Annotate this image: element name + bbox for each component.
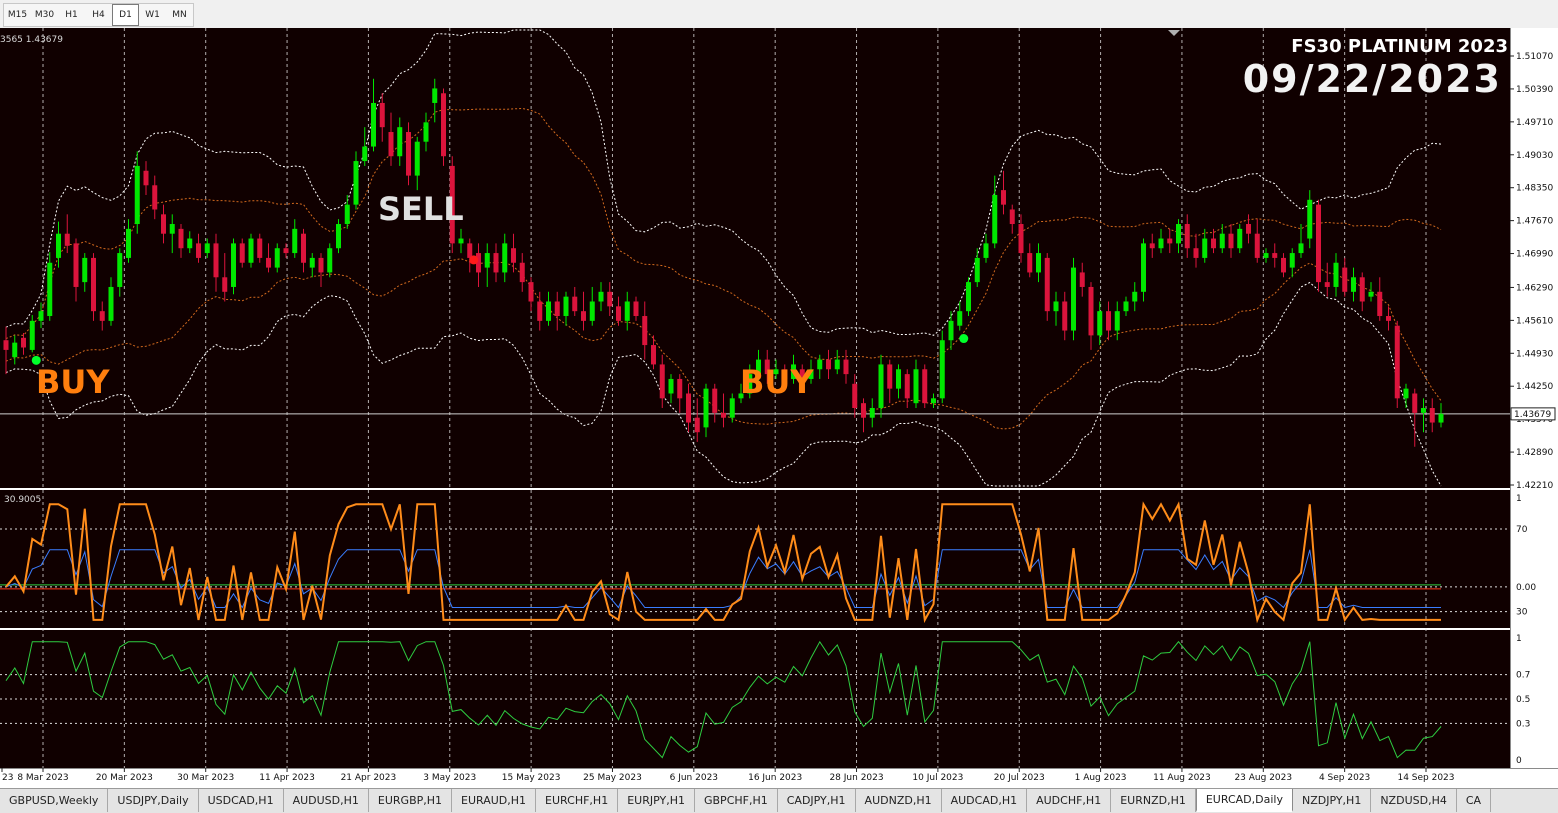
tab-gbpusd-weekly[interactable]: GBPUSD,Weekly — [0, 789, 109, 812]
time-label: 15 May 2023 — [502, 773, 561, 783]
candle — [1071, 257, 1076, 341]
tab-eurcad-daily[interactable]: EURCAD,Daily — [1195, 789, 1293, 812]
buy-label-1: BUY — [36, 363, 110, 401]
ind1-tick-label: 0.00 — [1516, 583, 1536, 593]
time-label: 10 Jul 2023 — [912, 773, 963, 783]
price-header: 3565 1.43679 — [0, 35, 63, 45]
time-label: 11 Aug 2023 — [1153, 773, 1211, 783]
ind1-tick-label: 70 — [1516, 525, 1528, 535]
tab-eurgbp-h1[interactable]: EURGBP,H1 — [369, 789, 453, 812]
ind2-tick-label: 0.3 — [1516, 719, 1530, 729]
price-tick-label: 1.50390 — [1516, 85, 1553, 95]
price-axis: 1.51070 1.50390 1.49710 1.49030 1.48350 1.476… — [1510, 28, 1558, 768]
time-label: 6 Jun 2023 — [670, 773, 718, 783]
time-label: 20 Mar 2023 — [96, 773, 153, 783]
price-tick-label: 1.44930 — [1516, 349, 1553, 359]
candle — [1044, 253, 1050, 321]
timeframe-buttons: M15 M30 H1 H4 D1 W1 MN — [3, 3, 194, 27]
price-tick-label: 1.45610 — [1516, 316, 1553, 326]
candle — [966, 277, 971, 317]
tab-usdcad-h1[interactable]: USDCAD,H1 — [199, 789, 284, 812]
candle — [248, 233, 254, 268]
sell-signal-dot — [469, 255, 479, 265]
candle — [1316, 199, 1321, 292]
candle — [327, 243, 333, 278]
symbol-tabs: GBPUSD,Weekly USDJPY,Daily USDCAD,H1 AUD… — [0, 788, 1558, 813]
brand-date: 09/22/2023 — [1243, 57, 1502, 101]
tab-usdjpy-daily[interactable]: USDJPY,Daily — [108, 789, 199, 812]
price-chart-svg[interactable]: 1.51070 1.50390 1.49710 1.49030 1.48350 1.476… — [0, 28, 1558, 788]
tab-audnzd-h1[interactable]: AUDNZD,H1 — [856, 789, 942, 812]
sell-label: SELL — [378, 190, 464, 228]
candle — [231, 238, 236, 295]
time-label: 25 May 2023 — [583, 773, 642, 783]
tab-gbpchf-h1[interactable]: GBPCHF,H1 — [695, 789, 778, 812]
ind2-tick-label: 0.5 — [1516, 695, 1530, 705]
timeframe-h1-button[interactable]: H1 — [58, 4, 85, 26]
tab-audchf-h1[interactable]: AUDCHF,H1 — [1027, 789, 1112, 812]
tab-eurchf-h1[interactable]: EURCHF,H1 — [536, 789, 619, 812]
ind2-tick-label: 0.7 — [1516, 671, 1530, 681]
time-label: 23 — [2, 773, 13, 783]
tab-nzdjpy-h1[interactable]: NZDJPY,H1 — [1293, 789, 1372, 812]
time-label: 8 Mar 2023 — [17, 773, 68, 783]
price-tick-label: 1.49710 — [1516, 118, 1553, 128]
price-tick-label: 1.49030 — [1516, 151, 1553, 161]
tab-euraud-h1[interactable]: EURAUD,H1 — [452, 789, 537, 812]
time-axis: 23 8 Mar 2023 20 Mar 2023 30 Mar 2023 11 Apr… — [1, 768, 1455, 783]
chart-window[interactable]: 1.51070 1.50390 1.49710 1.49030 1.48350 1.476… — [0, 28, 1558, 788]
tab-ca[interactable]: CA — [1457, 789, 1492, 812]
time-label: 20 Jul 2023 — [994, 773, 1045, 783]
buy-signal-dot — [959, 334, 969, 344]
time-label: 4 Sep 2023 — [1319, 773, 1370, 783]
time-label: 1 Aug 2023 — [1075, 773, 1127, 783]
current-price-label: 1.43679 — [1514, 410, 1551, 420]
time-label: 11 Apr 2023 — [259, 773, 315, 783]
time-label: 14 Sep 2023 — [1397, 773, 1454, 783]
price-tick-label: 1.44250 — [1516, 382, 1553, 392]
tab-eurnzd-h1[interactable]: EURNZD,H1 — [1111, 789, 1196, 812]
price-tick-label: 1.51070 — [1516, 52, 1553, 62]
time-label: 23 Aug 2023 — [1234, 773, 1292, 783]
buy-label-2: BUY — [740, 363, 814, 401]
timeframe-w1-button[interactable]: W1 — [139, 4, 166, 26]
ind2-tick-label: 1 — [1516, 634, 1522, 644]
candle — [939, 330, 945, 404]
time-label: 21 Apr 2023 — [341, 773, 397, 783]
brand-title: FS30 PLATINUM 2023 — [1291, 36, 1508, 57]
tab-audusd-h1[interactable]: AUDUSD,H1 — [284, 789, 369, 812]
candle — [336, 219, 341, 254]
time-label: 30 Mar 2023 — [177, 773, 234, 783]
ind2-tick-label: 0 — [1516, 756, 1522, 766]
time-label: 3 May 2023 — [423, 773, 476, 783]
price-tick-label: 1.42210 — [1516, 481, 1553, 491]
price-tick-label: 1.47670 — [1516, 217, 1553, 227]
tab-cadjpy-h1[interactable]: CADJPY,H1 — [778, 789, 856, 812]
timeframe-m15-button[interactable]: M15 — [4, 4, 31, 26]
candle — [91, 253, 96, 321]
timeframe-d1-button[interactable]: D1 — [112, 4, 139, 26]
indicator1-header: 30.9005 — [4, 495, 41, 505]
price-tick-label: 1.46290 — [1516, 283, 1553, 293]
timeframe-toolbar: M15 M30 H1 H4 D1 W1 MN — [0, 0, 1558, 29]
ind1-tick-label: 1 — [1516, 494, 1522, 504]
timeframe-h4-button[interactable]: H4 — [85, 4, 112, 26]
tab-nzdusd-h4[interactable]: NZDUSD,H4 — [1371, 789, 1457, 812]
timeframe-mn-button[interactable]: MN — [166, 4, 193, 26]
timeframe-m30-button[interactable]: M30 — [31, 4, 58, 26]
ind1-tick-label: 30 — [1516, 608, 1528, 618]
price-tick-label: 1.46990 — [1516, 250, 1553, 260]
tab-eurjpy-h1[interactable]: EURJPY,H1 — [618, 789, 695, 812]
tab-audcad-h1[interactable]: AUDCAD,H1 — [942, 789, 1028, 812]
candle — [441, 88, 446, 166]
candle — [922, 364, 928, 409]
price-tick-label: 1.42890 — [1516, 448, 1553, 458]
candle — [1394, 320, 1400, 409]
price-tick-label: 1.48350 — [1516, 184, 1553, 194]
time-label: 16 Jun 2023 — [748, 773, 802, 783]
time-label: 28 Jun 2023 — [829, 773, 883, 783]
